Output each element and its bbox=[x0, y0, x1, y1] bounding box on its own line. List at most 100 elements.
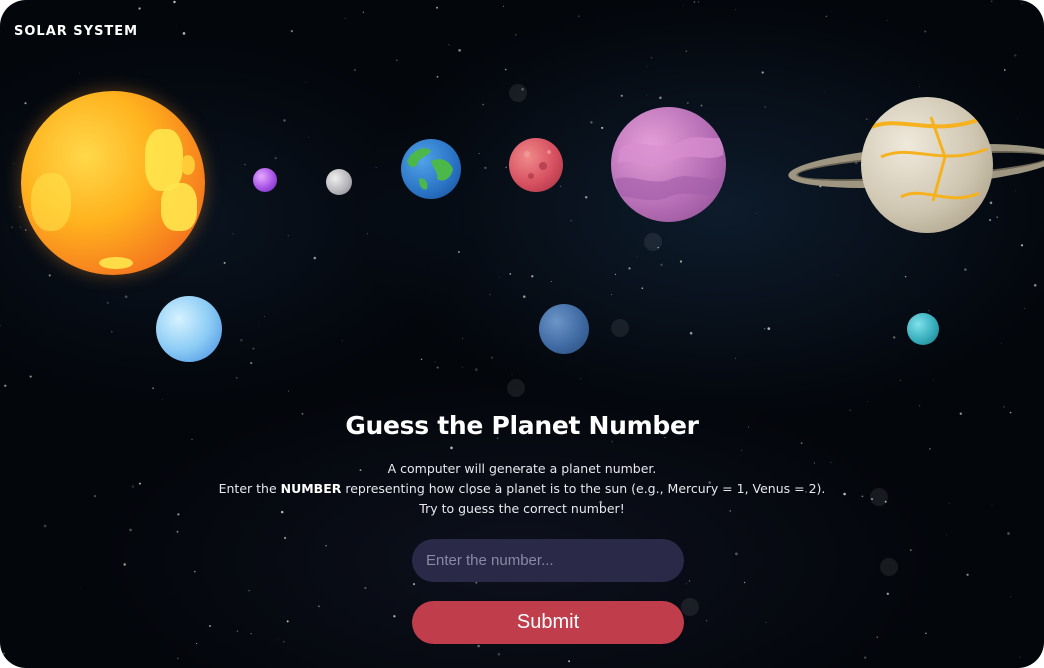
star bbox=[196, 643, 198, 645]
star bbox=[756, 213, 758, 215]
star bbox=[19, 205, 22, 208]
star bbox=[258, 322, 260, 323]
star bbox=[682, 4, 684, 6]
description-line-1: A computer will generate a planet number… bbox=[387, 461, 657, 476]
star bbox=[448, 44, 450, 46]
star bbox=[1020, 244, 1024, 247]
star bbox=[19, 226, 21, 228]
star bbox=[223, 261, 226, 264]
submit-button[interactable]: Submit bbox=[412, 601, 684, 644]
star bbox=[283, 536, 287, 540]
star bbox=[531, 275, 534, 278]
star bbox=[283, 640, 285, 643]
star bbox=[928, 310, 930, 312]
star bbox=[193, 570, 196, 573]
star bbox=[29, 375, 32, 378]
star bbox=[475, 581, 478, 584]
star bbox=[614, 273, 617, 276]
star bbox=[867, 400, 868, 402]
star bbox=[523, 295, 526, 298]
venus-icon bbox=[326, 169, 352, 195]
star bbox=[996, 216, 998, 218]
star bbox=[498, 276, 500, 278]
number-input[interactable] bbox=[412, 539, 684, 582]
star bbox=[124, 295, 128, 299]
star bbox=[1001, 343, 1003, 344]
star bbox=[250, 362, 253, 365]
star bbox=[876, 636, 879, 638]
star bbox=[458, 49, 461, 52]
star bbox=[1003, 69, 1006, 71]
star bbox=[13, 163, 15, 165]
star-glow bbox=[644, 233, 662, 251]
star bbox=[11, 226, 14, 229]
star bbox=[173, 0, 176, 4]
star bbox=[1007, 532, 1010, 535]
star bbox=[344, 18, 346, 19]
star bbox=[308, 136, 309, 138]
star bbox=[904, 275, 907, 278]
star bbox=[393, 615, 396, 618]
star bbox=[43, 524, 47, 528]
star bbox=[152, 387, 154, 390]
star bbox=[693, 1, 696, 3]
jupiter-icon bbox=[611, 107, 726, 222]
star bbox=[175, 24, 177, 26]
star bbox=[964, 268, 967, 271]
star bbox=[919, 85, 921, 87]
star bbox=[761, 71, 764, 74]
star bbox=[235, 376, 238, 379]
earth-icon bbox=[401, 139, 461, 199]
star bbox=[689, 331, 693, 335]
star bbox=[570, 220, 572, 222]
description-line-2-suffix: representing how close a planet is to th… bbox=[341, 481, 826, 496]
game-description: A computer will generate a planet number… bbox=[0, 459, 1044, 519]
star bbox=[123, 563, 126, 566]
star bbox=[232, 233, 234, 235]
star bbox=[412, 583, 416, 586]
neptune-icon bbox=[539, 304, 589, 354]
star bbox=[182, 32, 186, 35]
star bbox=[568, 660, 571, 663]
game-panel: Guess the Planet Number A computer will … bbox=[0, 405, 1044, 519]
star bbox=[767, 327, 771, 330]
star bbox=[628, 267, 631, 270]
star bbox=[765, 622, 767, 623]
mars-icon bbox=[509, 138, 563, 192]
star bbox=[646, 94, 648, 96]
star bbox=[590, 121, 593, 124]
star bbox=[491, 356, 494, 359]
star bbox=[436, 75, 439, 78]
star bbox=[2, 652, 5, 655]
star bbox=[176, 530, 179, 533]
star bbox=[240, 338, 243, 342]
star bbox=[659, 96, 662, 100]
star bbox=[478, 153, 480, 155]
star bbox=[436, 6, 438, 9]
star bbox=[317, 605, 320, 608]
star bbox=[111, 330, 113, 333]
star bbox=[925, 632, 927, 635]
star bbox=[420, 358, 423, 360]
star bbox=[48, 274, 51, 277]
star bbox=[288, 390, 289, 392]
star bbox=[364, 586, 367, 590]
saturn-icon bbox=[861, 97, 993, 233]
star bbox=[482, 103, 484, 106]
star bbox=[509, 273, 512, 275]
star bbox=[735, 9, 736, 11]
sun-icon bbox=[21, 91, 205, 275]
star bbox=[129, 528, 132, 532]
star bbox=[0, 324, 1, 327]
star bbox=[502, 5, 504, 7]
star bbox=[764, 328, 766, 330]
star bbox=[945, 534, 947, 536]
star bbox=[244, 163, 246, 166]
star-glow bbox=[509, 84, 527, 102]
star bbox=[283, 119, 286, 122]
star bbox=[580, 378, 582, 380]
star bbox=[550, 281, 552, 283]
star bbox=[886, 592, 889, 595]
star bbox=[899, 379, 901, 382]
star bbox=[375, 166, 377, 168]
